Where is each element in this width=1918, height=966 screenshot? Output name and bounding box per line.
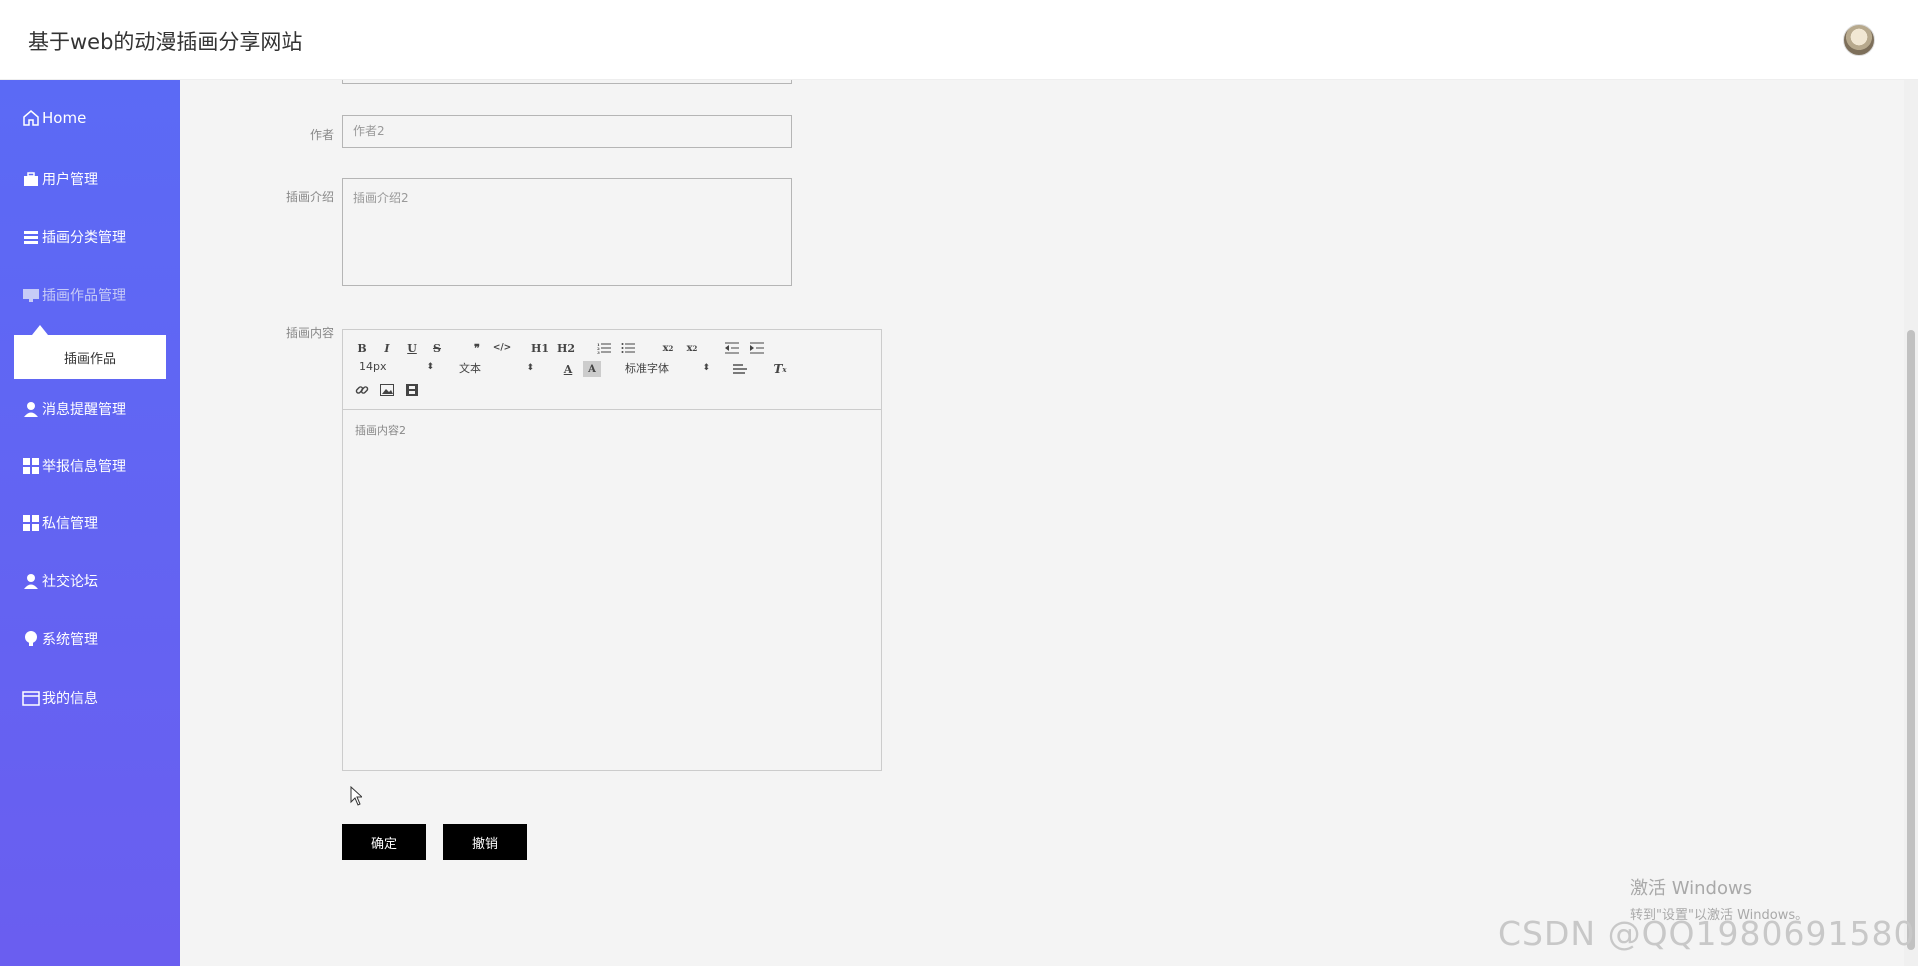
sidebar-item-users[interactable]: 用户管理: [0, 159, 180, 199]
author-label: 作者: [309, 128, 334, 142]
outdent-icon[interactable]: [723, 340, 741, 356]
h2-label: H2: [556, 341, 576, 355]
indent-icon[interactable]: [748, 340, 766, 356]
text-style-value: 文本: [459, 362, 481, 375]
content-label: 插画内容: [285, 326, 334, 340]
sidebar-item-label: 我的信息: [42, 691, 98, 707]
list-icon: [22, 228, 40, 246]
image-icon[interactable]: [378, 382, 396, 398]
ordered-list-icon[interactable]: 123: [595, 340, 613, 356]
author-placeholder: 作者2: [353, 124, 385, 138]
submenu-item-works[interactable]: 插画作品: [14, 325, 166, 379]
sidebar-item-messages[interactable]: 消息提醒管理: [0, 389, 180, 429]
card-icon: [22, 689, 40, 707]
page-scrollbar[interactable]: [1904, 80, 1918, 966]
sidebar-item-label: 私信管理: [42, 516, 98, 532]
link-icon[interactable]: [353, 382, 371, 398]
site-title: 基于web的动漫插画分享网站: [28, 30, 303, 54]
select-arrow-icon: ⬍: [426, 361, 434, 372]
sidebar-item-label: 消息提醒管理: [42, 402, 126, 418]
sidebar-item-my-info[interactable]: 我的信息: [0, 678, 180, 718]
editor-content[interactable]: 插画内容2: [343, 410, 881, 450]
font-family-select[interactable]: 标准字体 ⬍: [625, 360, 710, 376]
sidebar-item-reports[interactable]: 举报信息管理: [0, 446, 180, 486]
font-size-select[interactable]: 14px ⬍: [359, 360, 434, 373]
windows-watermark-line1: 激活 Windows: [1630, 878, 1753, 899]
h2-button[interactable]: H2: [557, 340, 575, 356]
intro-placeholder: 插画介绍2: [353, 191, 409, 205]
sidebar-item-system[interactable]: 系统管理: [0, 619, 180, 659]
font-size-value: 14px: [359, 360, 387, 373]
align-icon[interactable]: [731, 361, 749, 377]
bulb-icon: [22, 630, 40, 648]
editor-toolbar: B I U S ❞ </> H1 H2 123 x2 x2 14px ⬍ 文本 …: [343, 330, 881, 410]
sidebar-item-label: 系统管理: [42, 632, 98, 648]
sidebar-item-label: 插画作品管理: [42, 288, 126, 304]
sidebar-item-label: Home: [42, 109, 87, 127]
sidebar-item-label: 社交论坛: [42, 574, 98, 590]
mouse-cursor-icon: [350, 785, 364, 806]
h1-label: H1: [530, 341, 550, 355]
font-family-value: 标准字体: [625, 362, 669, 375]
grid-icon: [22, 514, 40, 532]
sidebar-item-works[interactable]: 插画作品管理: [0, 275, 180, 315]
select-arrow-icon: ⬍: [526, 363, 534, 373]
superscript-icon[interactable]: x2: [683, 340, 701, 356]
scrollbar-thumb[interactable]: [1907, 330, 1915, 950]
user-icon: [22, 400, 40, 418]
csdn-watermark: CSDN @QQ1980691580: [1498, 914, 1916, 953]
underline-button[interactable]: U: [403, 340, 421, 356]
sidebar-item-label: 插画分类管理: [42, 230, 126, 246]
h1-button[interactable]: H1: [531, 340, 549, 356]
code-icon[interactable]: </>: [493, 340, 511, 356]
text-style-select[interactable]: 文本 ⬍: [459, 360, 534, 376]
intro-textarea[interactable]: 插画介绍2: [342, 178, 792, 286]
user-avatar[interactable]: [1843, 24, 1875, 56]
sidebar: Home 用户管理 插画分类管理 插画作品管理 消息提醒管理 举报信息管理 私信…: [0, 80, 180, 966]
video-icon[interactable]: [403, 382, 421, 398]
briefcase-icon: [22, 170, 40, 188]
author-input[interactable]: 作者2: [342, 115, 792, 148]
grid-icon: [22, 457, 40, 475]
clear-format-icon[interactable]: Tx: [771, 361, 789, 377]
bold-button[interactable]: B: [353, 340, 371, 356]
sidebar-item-forum[interactable]: 社交论坛: [0, 561, 180, 601]
rich-text-editor: B I U S ❞ </> H1 H2 123 x2 x2 14px ⬍ 文本 …: [342, 329, 882, 771]
font-color-icon[interactable]: A: [559, 361, 577, 377]
sidebar-item-private-messages[interactable]: 私信管理: [0, 503, 180, 543]
sidebar-item-label: 用户管理: [42, 172, 98, 188]
monitor-icon: [22, 286, 40, 304]
svg-text:3: 3: [597, 350, 600, 354]
user-icon: [22, 572, 40, 590]
top-bar: 基于web的动漫插画分享网站: [0, 0, 1918, 80]
background-color-icon[interactable]: A: [583, 361, 601, 377]
quote-icon[interactable]: ❞: [468, 340, 486, 356]
bullet-list-icon[interactable]: [619, 340, 637, 356]
sidebar-item-category[interactable]: 插画分类管理: [0, 217, 180, 257]
sidebar-item-label: 举报信息管理: [42, 459, 126, 475]
cancel-button[interactable]: 撤销: [443, 824, 527, 860]
italic-button[interactable]: I: [378, 340, 396, 356]
select-arrow-icon: ⬍: [702, 363, 710, 373]
intro-label: 插画介绍: [285, 190, 334, 204]
sidebar-item-home[interactable]: Home: [0, 98, 180, 138]
editor-content-text: 插画内容2: [355, 424, 406, 437]
subscript-icon[interactable]: x2: [659, 340, 677, 356]
home-icon: [22, 109, 40, 127]
confirm-button[interactable]: 确定: [342, 824, 426, 860]
strike-button[interactable]: S: [428, 340, 446, 356]
